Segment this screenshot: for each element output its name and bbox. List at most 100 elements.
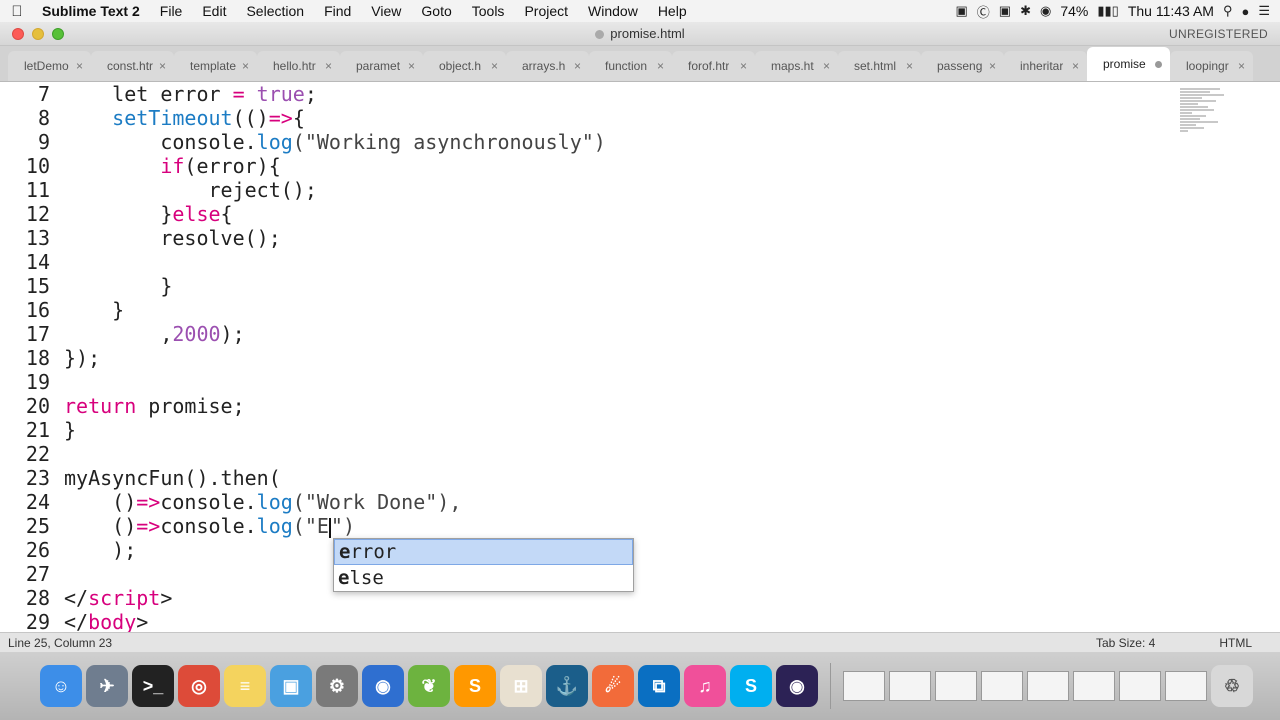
close-tab-icon[interactable]: × xyxy=(740,59,747,73)
menu-project[interactable]: Project xyxy=(514,3,578,19)
system-preferences-icon[interactable]: ⚙ xyxy=(316,665,358,707)
tab-0[interactable]: letDemo × xyxy=(8,51,91,81)
code-line[interactable]: if(error){ xyxy=(64,154,1170,178)
notification-center-icon[interactable]: ☰ xyxy=(1258,3,1270,19)
close-tab-icon[interactable]: × xyxy=(1238,59,1245,73)
minimized-window-thumbnail[interactable] xyxy=(1073,671,1115,701)
tab-12[interactable]: inheritar × xyxy=(1004,51,1087,81)
code-line[interactable]: } xyxy=(64,298,1170,322)
terminal-icon[interactable]: >_ xyxy=(132,665,174,707)
spring-icon[interactable]: ❦ xyxy=(408,665,450,707)
autocomplete-popup[interactable]: error else xyxy=(333,538,634,592)
minimized-window-thumbnail[interactable] xyxy=(935,671,977,701)
image-capture-icon[interactable]: ◉ xyxy=(362,665,404,707)
close-tab-icon[interactable]: × xyxy=(906,59,913,73)
code-line[interactable]: } xyxy=(64,274,1170,298)
unsaved-dot-icon[interactable] xyxy=(1155,57,1162,71)
close-tab-icon[interactable]: × xyxy=(989,59,996,73)
code-line[interactable]: let error = true; xyxy=(64,82,1170,106)
tab-6[interactable]: arrays.h × xyxy=(506,51,589,81)
eclipse-icon[interactable]: ◉ xyxy=(776,665,818,707)
chrome-icon[interactable]: ◎ xyxy=(178,665,220,707)
menu-view[interactable]: View xyxy=(361,3,411,19)
autocomplete-item-else[interactable]: else xyxy=(334,565,633,591)
tab-14[interactable]: loopingr × xyxy=(1170,51,1253,81)
skype-status-icon[interactable]: Ⓒ xyxy=(977,2,990,21)
menu-help[interactable]: Help xyxy=(648,3,697,19)
code-line[interactable]: reject(); xyxy=(64,178,1170,202)
bluetooth-icon[interactable]: ✱ xyxy=(1020,3,1031,19)
menu-tools[interactable]: Tools xyxy=(462,3,515,19)
launchpad-icon[interactable]: ✈ xyxy=(86,665,128,707)
menu-edit[interactable]: Edit xyxy=(192,3,236,19)
battery-icon[interactable]: ▮▮▯ xyxy=(1097,3,1118,19)
tab-3[interactable]: hello.htr × xyxy=(257,51,340,81)
tab-11[interactable]: passeng × xyxy=(921,51,1004,81)
sublime-status-icon[interactable]: ▣ xyxy=(999,3,1011,19)
close-tab-icon[interactable]: × xyxy=(408,59,415,73)
tab-size-selector[interactable]: Tab Size: 4 xyxy=(1096,636,1155,650)
tab-13[interactable]: promise xyxy=(1087,47,1170,81)
close-tab-icon[interactable]: × xyxy=(491,59,498,73)
menu-goto[interactable]: Goto xyxy=(411,3,461,19)
menu-file[interactable]: File xyxy=(150,3,193,19)
close-tab-icon[interactable]: × xyxy=(76,59,83,73)
tab-9[interactable]: maps.ht × xyxy=(755,51,838,81)
minimized-window-thumbnail[interactable] xyxy=(981,671,1023,701)
tab-2[interactable]: template × xyxy=(174,51,257,81)
close-tab-icon[interactable]: × xyxy=(242,59,249,73)
skype-icon[interactable]: S xyxy=(730,665,772,707)
close-tab-icon[interactable]: × xyxy=(325,59,332,73)
code-line[interactable]: resolve(); xyxy=(64,226,1170,250)
close-tab-icon[interactable]: × xyxy=(823,59,830,73)
preview-icon[interactable]: ▣ xyxy=(270,665,312,707)
visual-studio-code-icon[interactable]: ⧉ xyxy=(638,665,680,707)
code-line[interactable] xyxy=(64,370,1170,394)
close-tab-icon[interactable]: × xyxy=(159,59,166,73)
tab-10[interactable]: set.html × xyxy=(838,51,921,81)
siri-icon[interactable]: ● xyxy=(1241,4,1249,19)
minimized-window-thumbnail[interactable] xyxy=(1165,671,1207,701)
wifi-icon[interactable]: ◉ xyxy=(1040,3,1051,19)
postman-icon[interactable]: ☄ xyxy=(592,665,634,707)
code-line[interactable]: } xyxy=(64,418,1170,442)
menu-window[interactable]: Window xyxy=(578,3,648,19)
mysql-workbench-icon[interactable]: ⚓ xyxy=(546,665,588,707)
code-line[interactable]: return promise; xyxy=(64,394,1170,418)
code-editor[interactable]: 7 8 9 10 11 12 13 14 15 16 17 18 19 20 21 22 23 24 25 26 27 2… xyxy=(0,82,1280,632)
close-tab-icon[interactable]: × xyxy=(1072,59,1079,73)
tab-4[interactable]: paramet × xyxy=(340,51,423,81)
tab-5[interactable]: object.h × xyxy=(423,51,506,81)
code-line[interactable]: ,2000); xyxy=(64,322,1170,346)
tab-1[interactable]: const.htr × xyxy=(91,51,174,81)
tab-7[interactable]: function × xyxy=(589,51,672,81)
apple-menu-icon[interactable]:  xyxy=(0,3,34,20)
menu-selection[interactable]: Selection xyxy=(236,3,314,19)
trash-icon[interactable]: ♲ xyxy=(1211,665,1253,707)
code-line[interactable]: console.log("Working asynchronously") xyxy=(64,130,1170,154)
menu-find[interactable]: Find xyxy=(314,3,361,19)
app-menu[interactable]: Sublime Text 2 xyxy=(34,3,150,19)
code-line[interactable] xyxy=(64,442,1170,466)
autocomplete-item-error[interactable]: error xyxy=(334,539,633,565)
code-line[interactable]: </body> xyxy=(64,610,1170,632)
minimized-window-thumbnail[interactable] xyxy=(889,671,931,701)
code-line[interactable]: }else{ xyxy=(64,202,1170,226)
screen-recording-icon[interactable]: ▣ xyxy=(955,3,967,19)
clock[interactable]: Thu 11:43 AM xyxy=(1128,3,1214,19)
syntax-selector[interactable]: HTML xyxy=(1219,636,1252,650)
calculator-icon[interactable]: ⊞ xyxy=(500,665,542,707)
minimized-window-thumbnail[interactable] xyxy=(843,671,885,701)
code-line[interactable] xyxy=(64,250,1170,274)
spotlight-search-icon[interactable]: ⚲ xyxy=(1223,3,1233,19)
sublime-text-icon[interactable]: S xyxy=(454,665,496,707)
close-tab-icon[interactable]: × xyxy=(574,59,581,73)
code-line[interactable]: setTimeout(()=>{ xyxy=(64,106,1170,130)
code-line[interactable]: myAsyncFun().then( xyxy=(64,466,1170,490)
minimap[interactable] xyxy=(1180,88,1228,148)
finder-icon[interactable]: ☺ xyxy=(40,665,82,707)
tab-8[interactable]: forof.htr × xyxy=(672,51,755,81)
minimized-window-thumbnail[interactable] xyxy=(1027,671,1069,701)
code-line[interactable]: ()=>console.log("E ") xyxy=(64,514,1170,538)
code-line[interactable]: }); xyxy=(64,346,1170,370)
